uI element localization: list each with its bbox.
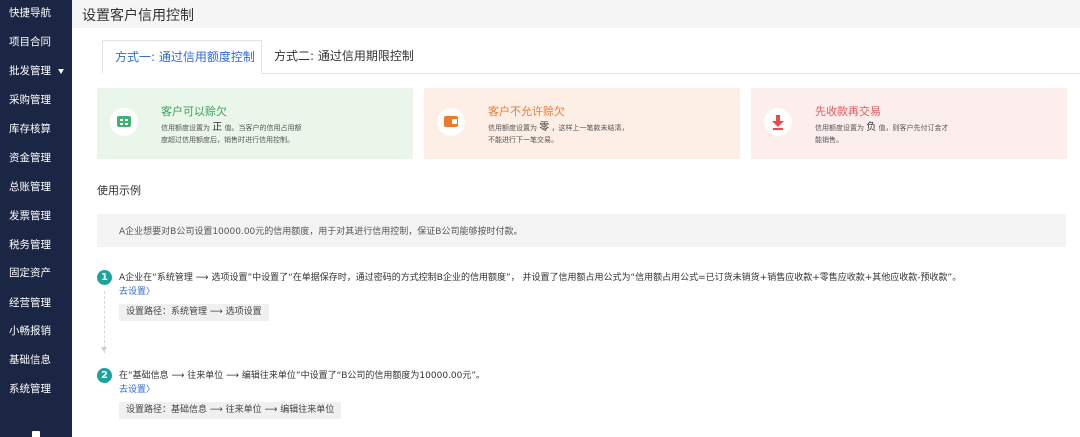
card-desc-suffix: 值。当客户的信用占用额 [224,124,302,132]
card-desc-line2: 度超过信用额度后，销售时进行信用控制。 [161,136,294,144]
step-1-settings-link[interactable]: 去设置〉 [119,284,155,297]
card-desc-line2: 不能进行下一笔交易。 [488,136,558,144]
step-2-badge: 2 [97,368,112,383]
step-1-text: A企业在“系统管理 ⟶ 选项设置”中设置了“在单据保存时，通过密码的方式控制B企… [119,273,962,283]
sidebar-item-ledger[interactable]: 总账管理 [0,174,72,200]
sidebar-item-project-contract[interactable]: 项目合同 [0,29,72,55]
page-header: 设置客户信用控制 [72,0,1080,28]
sidebar-item-system[interactable]: 系统管理 [0,376,72,402]
tab-credit-period[interactable]: 方式二: 通过信用期限控制 [262,40,426,74]
card-desc-suffix: ，这样上一笔款未结清， [551,124,629,132]
card-desc-prefix: 信用额度设置为 [488,124,537,132]
sidebar-bottom-icon[interactable] [32,431,40,437]
sidebar-item-label: 固定资产 [9,267,51,279]
page-title: 设置客户信用控制 [82,8,194,24]
sidebar-item-label: 税务管理 [9,239,51,251]
usage-intro-text: A企业想要对B公司设置10000.00元的信用额度，用于对其进行信用控制，保证B… [119,227,523,237]
tab-credit-limit[interactable]: 方式一: 通过信用额度控制 [102,40,262,74]
card-desc-line2: 能销售。 [815,136,843,144]
sidebar-item-label: 批发管理 [9,65,51,77]
card-allow-credit: 客户可以赊欠 信用额度设置为 正 值。当客户的信用占用额 度超过信用额度后，销售… [97,88,413,159]
chevron-down-icon [101,347,107,352]
step-1-badge: 1 [97,270,112,285]
sidebar-item-label: 快捷导航 [9,7,51,19]
card-desc-highlight: 负 [866,122,877,133]
sidebar-item-basic-info[interactable]: 基础信息 [0,347,72,373]
card-prepay: 先收款再交易 信用额度设置为 负 值，则客户先付订金才 能销售。 [751,88,1067,159]
sidebar-item-label: 资金管理 [9,152,51,164]
sidebar-item-label: 基础信息 [9,354,51,366]
card-desc-suffix: 值，则客户先付订金才 [878,124,949,132]
sidebar-item-label: 发票管理 [9,210,51,222]
sidebar-item-label: 采购管理 [9,94,51,106]
card-title: 先收款再交易 [815,105,881,118]
sidebar-item-expense[interactable]: 小畅报销 [0,318,72,344]
card-title: 客户可以赊欠 [161,105,227,118]
sidebar-item-label: 经营管理 [9,297,51,309]
sidebar-item-operations[interactable]: 经营管理 [0,290,72,316]
sidebar-item-fixed-assets[interactable]: 固定资产 [0,260,72,286]
sidebar-item-purchase[interactable]: 采购管理 [0,87,72,113]
card-title: 客户不允许赊欠 [488,105,565,118]
sidebar-item-label: 项目合同 [9,36,51,48]
purse-icon [437,108,465,136]
usage-intro-box: A企业想要对B公司设置10000.00元的信用额度，用于对其进行信用控制，保证B… [97,214,1066,247]
sidebar-item-label: 小畅报销 [9,325,51,337]
usage-section-title: 使用示例 [97,184,141,197]
sidebar-item-tax[interactable]: 税务管理 [0,232,72,258]
step-2-path: 设置路径：基础信息 ⟶ 往来单位 ⟶ 编辑往来单位 [119,402,342,419]
card-description: 信用额度设置为 零 ，这样上一笔款未结清， 不能进行下一笔交易。 [488,122,628,146]
step-2-settings-link[interactable]: 去设置〉 [119,382,155,395]
card-description: 信用额度设置为 负 值，则客户先付订金才 能销售。 [815,122,948,146]
sidebar-item-invoice[interactable]: 发票管理 [0,203,72,229]
sidebar: 快捷导航 项目合同 批发管理 采购管理 库存核算 资金管理 总账管理 发票管理 … [0,0,72,437]
sidebar-item-label: 系统管理 [9,383,51,395]
card-description: 信用额度设置为 正 值。当客户的信用占用额 度超过信用额度后，销售时进行信用控制… [161,122,301,146]
sidebar-item-inventory[interactable]: 库存核算 [0,116,72,142]
step-2-text: 在“基础信息 ⟶ 往来单位 ⟶ 编辑往来单位”中设置了“B公司的信用额度为100… [119,371,486,381]
step-connector [104,291,105,353]
card-no-credit: 客户不允许赊欠 信用额度设置为 零 ，这样上一笔款未结清， 不能进行下一笔交易。 [424,88,740,159]
chevron-down-icon [58,68,64,74]
sidebar-item-label: 总账管理 [9,181,51,193]
download-icon [764,108,792,136]
sidebar-item-label: 库存核算 [9,123,51,135]
card-desc-highlight: 零 [539,122,550,133]
sidebar-item-wholesale[interactable]: 批发管理 [0,58,72,84]
sidebar-item-quick-nav[interactable]: 快捷导航 [0,0,72,26]
wallet-icon [110,108,138,136]
card-desc-prefix: 信用额度设置为 [161,124,210,132]
sidebar-item-funds[interactable]: 资金管理 [0,145,72,171]
card-desc-highlight: 正 [212,122,223,133]
main-panel: 方式一: 通过信用额度控制 方式二: 通过信用期限控制 客户可以赊欠 信用额度设… [72,28,1080,437]
card-desc-prefix: 信用额度设置为 [815,124,864,132]
step-1-path: 设置路径：系统管理 ⟶ 选项设置 [119,304,269,321]
